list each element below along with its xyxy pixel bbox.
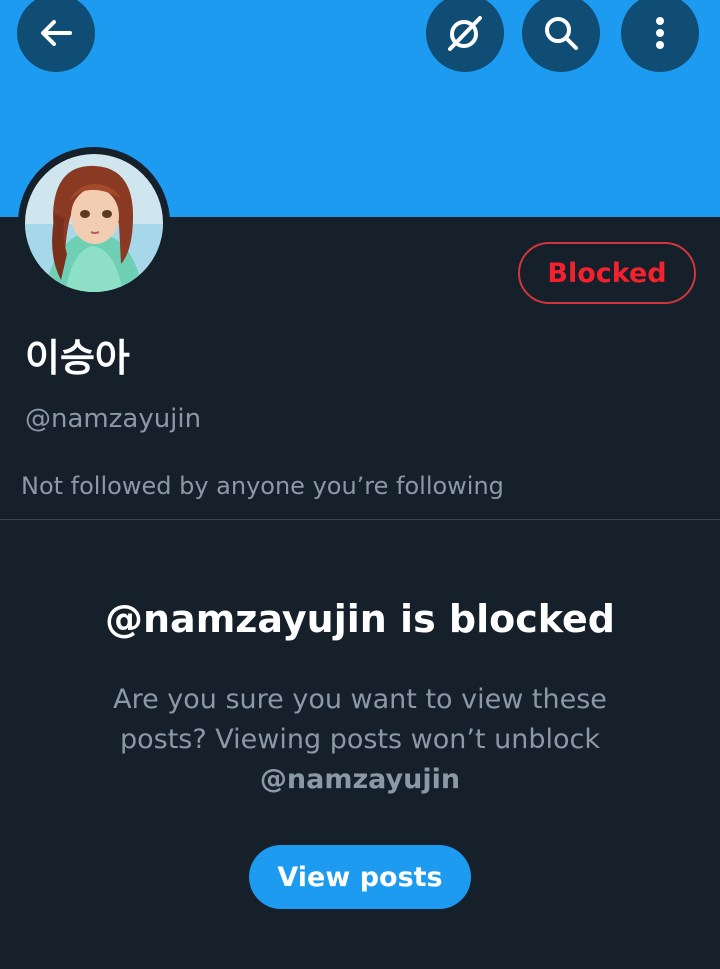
blocked-title: @namzayujin is blocked (105, 597, 615, 641)
search-icon (545, 17, 578, 50)
blocked-description-text: Are you sure you want to view these post… (113, 684, 607, 755)
avatar[interactable] (25, 154, 163, 292)
followers-you-know-note[interactable]: Not followed by anyone you’re following (21, 472, 504, 500)
blocked-description: Are you sure you want to view these post… (90, 680, 630, 800)
view-posts-button[interactable]: View posts (249, 845, 471, 909)
blocked-notice-panel: @namzayujin is blocked Are you sure you … (0, 520, 720, 969)
profile-page: Blocked 이승아 @namzayujin Not followed by … (0, 0, 720, 969)
arrow-left-icon (41, 20, 72, 46)
blocked-description-handle: @namzayujin (259, 764, 461, 795)
blocked-button[interactable]: Blocked (518, 242, 696, 304)
more-vertical-icon (656, 17, 664, 49)
profile-handle: @namzayujin (25, 404, 202, 434)
avatar-image (25, 154, 163, 292)
grok-icon (448, 16, 482, 51)
display-name: 이승아 (25, 336, 130, 380)
avatar-ring[interactable] (18, 147, 170, 299)
